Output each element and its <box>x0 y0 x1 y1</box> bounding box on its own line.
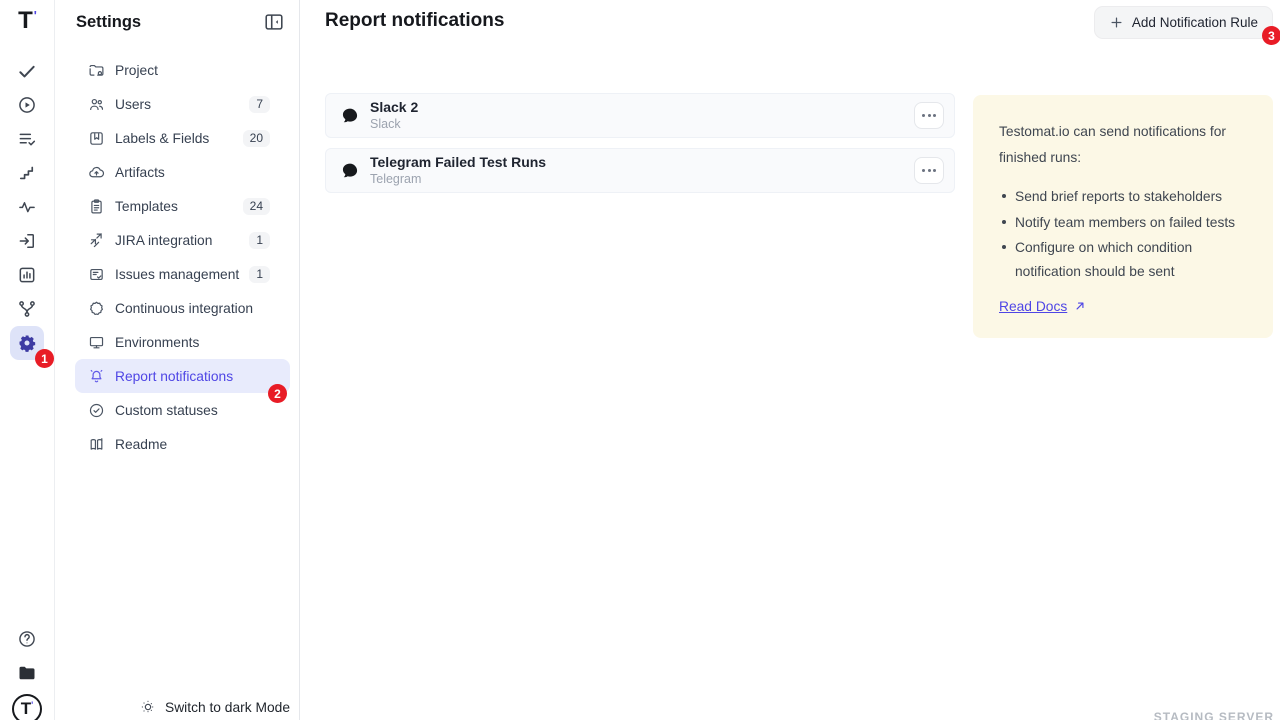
sidebar-item-environments[interactable]: Environments <box>75 325 290 359</box>
annotation-step-1: 1 <box>35 349 54 368</box>
sidebar-item-artifacts[interactable]: Artifacts <box>75 155 290 189</box>
seal-icon <box>88 300 105 317</box>
staging-watermark: STAGING SERVER <box>1154 711 1274 720</box>
sidebar-item-project[interactable]: Project <box>75 53 290 87</box>
sidebar-item-label: Custom statuses <box>115 403 218 418</box>
add-notification-rule-button[interactable]: Add Notification Rule <box>1094 6 1273 39</box>
sidebar-title: Settings <box>76 13 141 32</box>
annotation-step-3: 3 <box>1262 26 1280 45</box>
sidebar-item-custom-statuses[interactable]: Custom statuses <box>75 393 290 427</box>
external-link-icon <box>1073 299 1087 313</box>
info-intro-text: Testomat.io can send notifications for f… <box>999 119 1247 171</box>
sun-icon <box>140 699 156 715</box>
sidebar-item-label: Environments <box>115 335 199 350</box>
sidebar-item-label: Continuous integration <box>115 301 253 316</box>
sidebar-item-label: Report notifications <box>115 369 233 384</box>
count-badge: 20 <box>243 130 270 147</box>
sidebar-item-label: Issues management <box>115 267 239 282</box>
rule-title: Telegram Failed Test Runs <box>370 153 546 171</box>
rule-row-slack[interactable]: Slack 2 Slack <box>325 93 955 138</box>
sidebar-item-label: Readme <box>115 437 167 452</box>
sidebar-item-label: Artifacts <box>115 165 165 180</box>
chat-bubble-icon <box>340 106 360 126</box>
folder-icon[interactable] <box>10 656 44 690</box>
sidebar-item-label: Users <box>115 97 151 112</box>
main-content: Report notifications Add Notification Ru… <box>300 0 1280 720</box>
bookmark-icon <box>88 130 105 147</box>
plus-icon <box>1109 15 1124 30</box>
logo-tick: ' <box>34 8 37 23</box>
folder-gear-icon <box>88 62 105 79</box>
jira-icon <box>88 232 105 249</box>
play-circle-icon[interactable] <box>10 88 44 122</box>
cloud-upload-icon <box>88 164 105 181</box>
check-icon[interactable] <box>10 54 44 88</box>
count-badge: 7 <box>249 96 270 113</box>
rule-subtitle: Slack <box>370 116 418 132</box>
annotation-step-2: 2 <box>268 384 287 403</box>
bell-icon <box>88 368 105 385</box>
sidebar-item-label: JIRA integration <box>115 233 212 248</box>
notification-rules-list: Slack 2 Slack Telegram Failed Test Runs … <box>325 93 955 193</box>
collapse-sidebar-icon[interactable] <box>263 11 285 33</box>
logo-tick: ' <box>31 700 33 710</box>
rule-title: Slack 2 <box>370 98 418 116</box>
info-bullet: Notify team members on failed tests <box>1015 211 1247 235</box>
info-bullet: Configure on which condition notificatio… <box>1015 236 1247 284</box>
rule-row-telegram[interactable]: Telegram Failed Test Runs Telegram <box>325 148 955 193</box>
more-options-button[interactable] <box>914 157 944 184</box>
info-bullet: Send brief reports to stakeholders <box>1015 185 1247 209</box>
settings-menu: Project Users 7 Labels & Fields 20 Artif… <box>75 53 290 461</box>
chat-bubble-icon <box>340 161 360 181</box>
count-badge: 1 <box>249 232 270 249</box>
info-bullet-list: Send brief reports to stakeholders Notif… <box>1015 185 1247 284</box>
count-badge: 1 <box>249 266 270 283</box>
issue-card-icon <box>88 266 105 283</box>
sidebar-item-issues-management[interactable]: Issues management 1 <box>75 257 290 291</box>
sidebar-item-templates[interactable]: Templates 24 <box>75 189 290 223</box>
import-icon[interactable] <box>10 224 44 258</box>
rule-subtitle: Telegram <box>370 171 546 187</box>
dark-mode-label: Switch to dark Mode <box>165 700 290 715</box>
account-logo-button[interactable]: T' <box>12 694 42 720</box>
sidebar-item-labels-fields[interactable]: Labels & Fields 20 <box>75 121 290 155</box>
sidebar-item-readme[interactable]: Readme <box>75 427 290 461</box>
check-circle-icon <box>88 402 105 419</box>
sidebar-item-label: Project <box>115 63 158 78</box>
branch-icon[interactable] <box>10 292 44 326</box>
users-icon <box>88 96 105 113</box>
help-icon[interactable] <box>10 622 44 656</box>
read-docs-link[interactable]: Read Docs <box>999 299 1087 314</box>
clipboard-icon <box>88 198 105 215</box>
more-options-button[interactable] <box>914 102 944 129</box>
list-check-icon[interactable] <box>10 122 44 156</box>
dark-mode-toggle[interactable]: Switch to dark Mode <box>140 699 290 715</box>
sidebar-item-continuous-integration[interactable]: Continuous integration <box>75 291 290 325</box>
count-badge: 24 <box>243 198 270 215</box>
sidebar-item-users[interactable]: Users 7 <box>75 87 290 121</box>
monitor-icon <box>88 334 105 351</box>
sidebar-item-jira-integration[interactable]: JIRA integration 1 <box>75 223 290 257</box>
sidebar-item-label: Templates <box>115 199 178 214</box>
sidebar-item-report-notifications[interactable]: Report notifications <box>75 359 290 393</box>
settings-sidebar: Settings Project Users 7 Labels & Fields… <box>55 0 300 720</box>
activity-icon[interactable] <box>10 190 44 224</box>
sidebar-item-label: Labels & Fields <box>115 131 209 146</box>
app-window: T' <box>0 0 1280 720</box>
page-title: Report notifications <box>325 10 504 32</box>
notifications-info-panel: Testomat.io can send notifications for f… <box>973 95 1273 338</box>
app-logo: T' <box>0 6 55 36</box>
bar-chart-icon[interactable] <box>10 258 44 292</box>
steps-icon[interactable] <box>10 156 44 190</box>
book-icon <box>88 436 105 453</box>
